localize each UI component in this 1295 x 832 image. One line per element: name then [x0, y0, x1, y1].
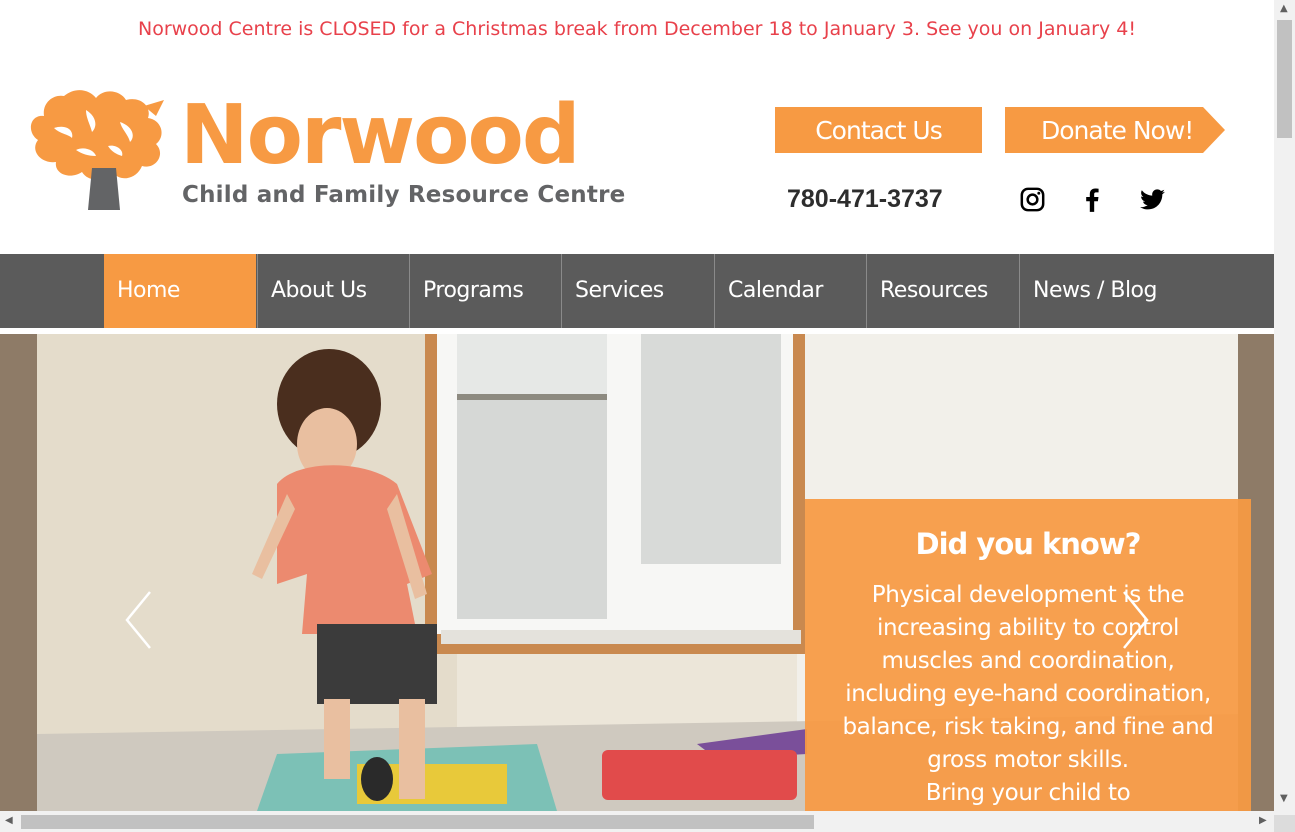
did-you-know-line: muscles and coordination,: [881, 648, 1175, 674]
did-you-know-title: Did you know?: [915, 527, 1142, 561]
scrollbar-corner: [1274, 815, 1295, 832]
nav-item-calendar[interactable]: Calendar: [714, 254, 866, 328]
did-you-know-line: increasing ability to control: [877, 615, 1179, 641]
main-nav: Home About Us Programs Services Calendar…: [0, 254, 1274, 328]
twitter-icon[interactable]: [1139, 186, 1166, 213]
did-you-know-panel: Did you know? Physical development is th…: [805, 499, 1251, 811]
contact-us-button[interactable]: Contact Us: [775, 107, 982, 153]
announcement-banner: Norwood Centre is CLOSED for a Christmas…: [137, 18, 1136, 40]
hero-slideshow: Did you know? Physical development is th…: [0, 334, 1274, 811]
vertical-scrollbar[interactable]: ▲ ▼: [1274, 0, 1295, 815]
nav-item-about-us[interactable]: About Us: [257, 254, 409, 328]
did-you-know-line: balance, risk taking, and fine and: [842, 714, 1214, 740]
logo-subtitle: Child and Family Resource Centre: [182, 182, 626, 208]
scroll-down-arrow-icon[interactable]: ▼: [1280, 793, 1288, 804]
scroll-right-arrow-icon[interactable]: ▶: [1259, 815, 1267, 826]
phone-number: 780-471-3737: [787, 185, 943, 213]
donate-now-button[interactable]: Donate Now!: [1005, 107, 1225, 153]
did-you-know-line: Physical development is the: [871, 582, 1185, 608]
nav-item-home[interactable]: Home: [104, 254, 256, 328]
scroll-left-arrow-icon[interactable]: ◀: [5, 815, 13, 826]
slide-next-arrow-icon[interactable]: [1120, 590, 1150, 650]
vertical-scroll-thumb[interactable]: [1277, 20, 1292, 138]
did-you-know-line: including eye-hand coordination,: [845, 681, 1211, 707]
did-you-know-line: gross motor skills.: [927, 747, 1129, 773]
facebook-icon[interactable]: [1079, 186, 1106, 213]
horizontal-scrollbar[interactable]: ◀ ▶: [0, 811, 1274, 832]
nav-item-services[interactable]: Services: [561, 254, 713, 328]
tree-logo-icon[interactable]: [24, 86, 169, 214]
did-you-know-line: Bring your child to: [925, 780, 1131, 806]
did-you-know-text: Physical development is the increasing a…: [805, 579, 1251, 810]
instagram-icon[interactable]: [1019, 186, 1046, 213]
slide-prev-arrow-icon[interactable]: [124, 590, 154, 650]
nav-item-resources[interactable]: Resources: [866, 254, 1018, 328]
scroll-up-arrow-icon[interactable]: ▲: [1280, 3, 1288, 14]
nav-item-programs[interactable]: Programs: [409, 254, 561, 328]
logo-name[interactable]: Norwood: [180, 88, 581, 184]
nav-item-news-blog[interactable]: News / Blog: [1019, 254, 1274, 328]
horizontal-scroll-thumb[interactable]: [21, 815, 814, 829]
